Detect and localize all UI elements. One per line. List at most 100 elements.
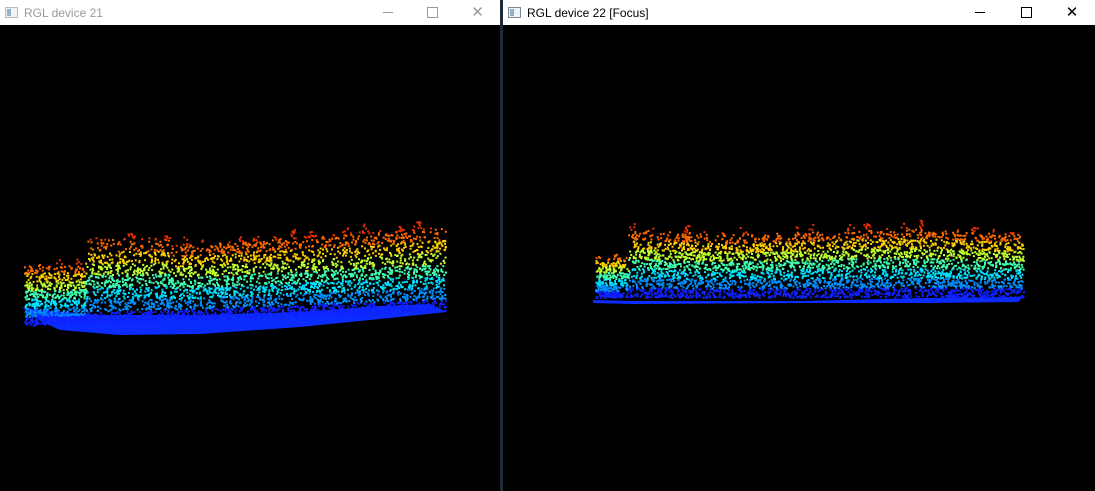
3d-point-cloud-viewport[interactable] (0, 25, 500, 491)
point-cloud-point (24, 272, 27, 275)
point-cloud-point (94, 313, 97, 316)
point-cloud-point (95, 273, 98, 276)
point-cloud-point (270, 283, 273, 286)
point-cloud-point (157, 286, 160, 289)
point-cloud-point (226, 259, 229, 262)
point-cloud-point (302, 278, 305, 281)
point-cloud-point (427, 270, 430, 273)
point-cloud-point (930, 244, 933, 247)
point-cloud-point (171, 245, 174, 248)
point-cloud-point (93, 302, 96, 304)
point-cloud-point (328, 244, 331, 247)
point-cloud-point (252, 270, 255, 273)
maximize-button[interactable] (410, 0, 455, 25)
point-cloud-point (127, 278, 130, 281)
point-cloud-point (366, 281, 369, 284)
point-cloud-point (118, 315, 121, 318)
point-cloud-point (38, 276, 41, 279)
point-cloud-point (319, 294, 322, 297)
point-cloud-point (102, 257, 105, 260)
point-cloud-point (985, 235, 988, 238)
point-cloud-point (64, 265, 67, 268)
point-cloud-point (300, 272, 303, 275)
point-cloud-point (350, 282, 353, 285)
point-cloud-point (297, 310, 300, 313)
point-cloud-point (427, 257, 430, 260)
point-cloud-point (254, 300, 257, 303)
point-cloud-point (264, 266, 267, 269)
point-cloud-point (277, 302, 280, 305)
minimize-button[interactable] (365, 0, 410, 25)
maximize-button[interactable] (1003, 0, 1049, 25)
point-cloud-point (123, 256, 126, 259)
point-cloud-point (309, 296, 312, 299)
point-cloud-point (211, 308, 214, 311)
point-cloud-point (63, 314, 66, 317)
point-cloud-point (153, 248, 156, 251)
point-cloud-point (435, 256, 438, 259)
point-cloud-point (437, 250, 440, 253)
point-cloud-point (74, 286, 77, 289)
point-cloud-point (325, 304, 328, 307)
point-cloud-point (151, 274, 154, 277)
point-cloud-point (309, 312, 312, 315)
point-cloud-point (273, 299, 276, 302)
point-cloud-point (333, 244, 336, 247)
point-cloud-point (438, 278, 441, 280)
point-cloud-point (421, 252, 424, 255)
point-cloud-point (74, 274, 77, 277)
point-cloud-point (28, 302, 31, 305)
point-cloud-point (155, 280, 158, 283)
point-cloud-point (145, 319, 148, 321)
point-cloud-point (112, 318, 115, 320)
point-cloud-point (103, 314, 106, 317)
title-bar[interactable]: RGL device 21 ✕ (0, 0, 500, 25)
point-cloud-point (396, 255, 398, 257)
point-cloud-point (228, 259, 231, 262)
close-button[interactable]: ✕ (455, 0, 500, 25)
point-cloud-point (137, 267, 140, 270)
point-cloud-point (290, 294, 292, 297)
point-cloud-point (173, 272, 175, 275)
point-cloud-point (150, 291, 152, 294)
point-cloud-point (106, 294, 109, 297)
point-cloud-point (262, 306, 265, 309)
point-cloud-point (139, 278, 142, 280)
point-cloud-point (317, 259, 320, 262)
point-cloud-point (220, 295, 222, 298)
3d-point-cloud-viewport[interactable] (503, 25, 1095, 491)
point-cloud-point (216, 308, 219, 311)
point-cloud-point (366, 312, 369, 315)
point-cloud-point (151, 260, 154, 263)
point-cloud-point (282, 267, 285, 270)
point-cloud-point (266, 256, 269, 259)
point-cloud-point (339, 304, 342, 307)
title-bar[interactable]: RGL device 22 [Focus] ✕ (503, 0, 1095, 25)
point-cloud-point (130, 260, 133, 263)
point-cloud-point (77, 314, 80, 316)
point-cloud-point (422, 299, 425, 302)
point-cloud-point (259, 307, 262, 310)
close-button[interactable]: ✕ (1049, 0, 1095, 25)
point-cloud-point (348, 247, 351, 250)
point-cloud-point (227, 311, 230, 314)
point-cloud-point (255, 315, 257, 318)
minimize-button[interactable] (957, 0, 1003, 25)
point-cloud-point (147, 303, 150, 306)
point-cloud-point (319, 283, 322, 286)
point-cloud-point (29, 310, 32, 313)
point-cloud-point (81, 319, 84, 322)
point-cloud-point (185, 301, 188, 304)
point-cloud-point (344, 276, 347, 279)
point-cloud-point (384, 263, 387, 265)
point-cloud-point (296, 293, 299, 296)
point-cloud-point (216, 281, 218, 284)
point-cloud-point (67, 307, 70, 310)
point-cloud-point (189, 289, 192, 292)
point-cloud-point (189, 293, 191, 296)
point-cloud-point (133, 294, 136, 297)
point-cloud-point (435, 275, 438, 278)
point-cloud-point (60, 317, 63, 320)
point-cloud-point (141, 270, 144, 273)
point-cloud-point (420, 309, 423, 312)
